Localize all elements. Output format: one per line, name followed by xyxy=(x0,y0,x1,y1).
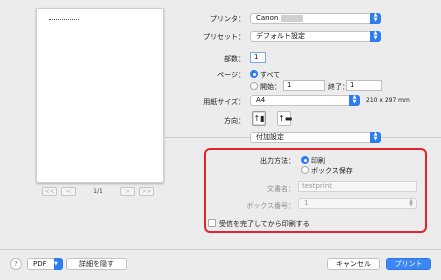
presets-value: デフォルト設定 xyxy=(256,32,305,40)
output-mailbox-radio[interactable] xyxy=(301,166,309,174)
first-page-button[interactable]: << xyxy=(42,187,57,196)
help-icon[interactable]: ? xyxy=(10,258,22,270)
box-number-label: ボックス番号： xyxy=(246,202,295,210)
chevron-updown-icon: ▲ ▼ xyxy=(409,198,413,208)
pages-from-label: 開始： xyxy=(260,83,281,91)
chevron-updown-icon: ▲ ▼ xyxy=(370,132,381,143)
box-number-value: 1 xyxy=(304,199,309,207)
pages-to-field[interactable]: 1 xyxy=(346,80,382,91)
chevron-updown-icon: ▲ ▼ xyxy=(349,95,360,106)
preview-text-line xyxy=(49,19,79,20)
box-number-select[interactable]: 1 ▲ ▼ xyxy=(298,198,417,209)
printer-select[interactable]: Canon ▲ ▼ xyxy=(250,13,381,24)
pages-all-radio[interactable] xyxy=(250,70,258,78)
chevron-down-icon: ▼ xyxy=(54,258,63,270)
doc-name-label: 文書名： xyxy=(267,185,295,193)
pages-range-radio[interactable] xyxy=(250,82,258,90)
preview-pager: << < 1/1 > >> xyxy=(42,186,154,197)
copies-label: 部数： xyxy=(224,55,245,63)
portrait-orientation-icon[interactable]: ↑▮ xyxy=(252,111,266,126)
receive-checkbox[interactable] xyxy=(208,219,216,227)
next-page-button[interactable]: > xyxy=(120,187,135,196)
pages-label: ページ： xyxy=(217,71,245,79)
print-button[interactable]: プリント xyxy=(386,258,431,270)
receive-checkbox-label: 受信を完了してから印刷する xyxy=(219,220,310,228)
printer-name-redacted xyxy=(281,14,304,22)
paper-size-select[interactable]: A4 ▲ ▼ xyxy=(250,95,360,106)
hide-details-button[interactable]: 詳細を隠す xyxy=(66,258,127,270)
orientation-label: 方向： xyxy=(224,117,245,125)
copies-field[interactable]: 1 xyxy=(250,52,266,63)
cancel-button[interactable]: キャンセル xyxy=(327,258,380,270)
chevron-updown-icon: ▲ ▼ xyxy=(370,31,381,42)
page-indicator: 1/1 xyxy=(93,188,103,195)
printer-value: Canon xyxy=(256,14,279,22)
page-preview xyxy=(36,8,164,183)
output-mailbox-label: ボックス保存 xyxy=(311,167,353,175)
last-page-button[interactable]: >> xyxy=(139,187,154,196)
pdf-menu-button[interactable]: PDF ▼ xyxy=(27,258,63,270)
prev-page-button[interactable]: < xyxy=(61,187,76,196)
presets-label: プリセット： xyxy=(203,33,245,41)
chevron-updown-icon: ▲ ▼ xyxy=(370,13,381,24)
pdf-label: PDF xyxy=(33,260,47,268)
landscape-orientation-icon[interactable]: ↑▬ xyxy=(277,111,292,126)
settings-section-value: 付加設定 xyxy=(256,133,284,141)
output-print-radio[interactable] xyxy=(301,156,309,164)
paper-dimensions: 210 x 297 mm xyxy=(366,97,410,104)
presets-select[interactable]: デフォルト設定 ▲ ▼ xyxy=(250,31,381,42)
paper-size-label: 用紙サイズ： xyxy=(203,98,245,106)
pages-from-field[interactable]: 1 xyxy=(283,80,325,91)
pages-all-label: すべて xyxy=(260,71,281,79)
paper-size-value: A4 xyxy=(256,96,266,104)
output-method-label: 出力方法： xyxy=(260,157,295,165)
settings-section-select[interactable]: 付加設定 ▲ ▼ xyxy=(250,132,381,143)
printer-label: プリンタ： xyxy=(210,15,245,23)
bottom-divider xyxy=(0,249,441,250)
doc-name-field[interactable]: testprint xyxy=(298,181,417,192)
output-print-label: 印刷 xyxy=(311,157,325,165)
